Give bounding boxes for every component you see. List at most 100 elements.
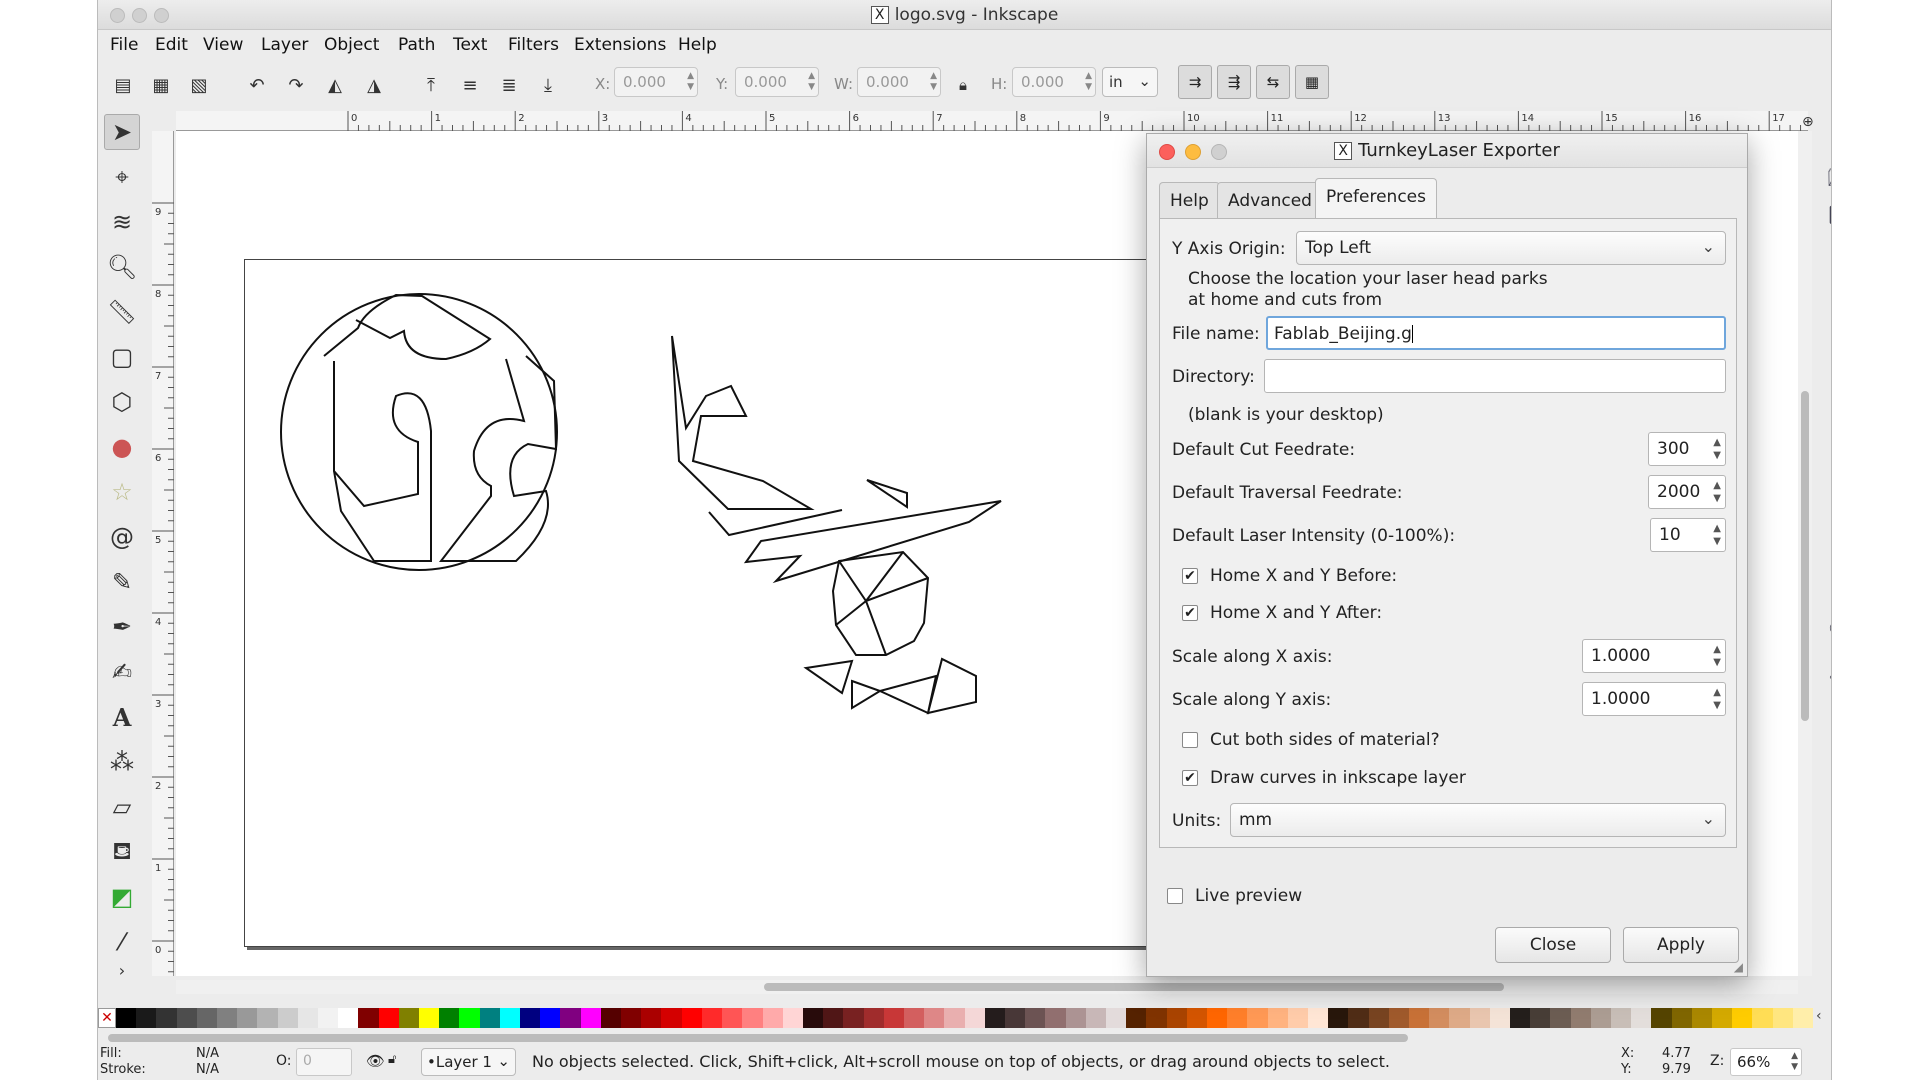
copy-icon[interactable]: ⧉ bbox=[1822, 480, 1831, 514]
laser-intensity-spinner[interactable]: 10 ▲ ▼ bbox=[1650, 518, 1726, 552]
calligraphy-tool-icon[interactable]: ✍ bbox=[104, 654, 140, 690]
color-swatch[interactable] bbox=[499, 1008, 521, 1028]
tab-advanced[interactable]: Advanced bbox=[1217, 182, 1323, 218]
cut-feedrate-spinner[interactable]: 300 ▲ ▼ bbox=[1648, 432, 1726, 466]
import-icon[interactable]: ⇩ bbox=[1822, 286, 1831, 320]
scale-corners-icon[interactable]: ⇶ bbox=[1217, 65, 1251, 99]
color-swatch[interactable] bbox=[1651, 1008, 1672, 1028]
units-select-dialog[interactable]: mm ⌄ bbox=[1230, 803, 1726, 837]
color-swatch[interactable] bbox=[257, 1008, 278, 1028]
dialog-minimize-button[interactable] bbox=[1185, 144, 1201, 160]
window-minimize-button[interactable] bbox=[132, 8, 147, 23]
live-preview-checkbox[interactable] bbox=[1167, 888, 1183, 904]
ungroup-icon[interactable]: ⬓ bbox=[1822, 923, 1831, 957]
flip-horizontal-icon[interactable]: ◭ bbox=[322, 72, 348, 98]
color-swatch[interactable] bbox=[1328, 1008, 1349, 1028]
apply-button[interactable]: Apply bbox=[1623, 927, 1739, 963]
palette-scroll-thumb[interactable] bbox=[108, 1034, 1408, 1042]
color-swatch[interactable] bbox=[297, 1008, 319, 1028]
menu-filters[interactable]: Filters bbox=[508, 35, 559, 55]
color-swatch[interactable] bbox=[1429, 1008, 1450, 1028]
units-select[interactable]: in ⌄ bbox=[1102, 67, 1158, 97]
ellipse-tool-icon[interactable]: ● bbox=[104, 429, 140, 465]
spiral-tool-icon[interactable]: @ bbox=[104, 519, 140, 555]
spin-arrows-icon[interactable]: ▲ ▼ bbox=[1713, 643, 1721, 669]
clone-icon[interactable]: ⧠ bbox=[1822, 788, 1831, 822]
rectangle-tool-icon[interactable]: ▢ bbox=[104, 339, 140, 375]
zoom-page-icon[interactable]: ⊙ bbox=[1822, 692, 1831, 726]
color-swatch[interactable] bbox=[1186, 1008, 1207, 1028]
group-icon[interactable]: ⬚ bbox=[1822, 884, 1831, 918]
color-swatch[interactable] bbox=[1348, 1008, 1369, 1028]
transform-gradients-icon[interactable]: ⇆ bbox=[1256, 65, 1290, 99]
color-swatch[interactable] bbox=[924, 1008, 945, 1028]
menu-edit[interactable]: Edit bbox=[155, 35, 188, 55]
color-swatch[interactable] bbox=[1025, 1008, 1046, 1028]
unlink-clone-icon[interactable]: ⧈ bbox=[1822, 827, 1831, 861]
color-swatch[interactable] bbox=[782, 1008, 803, 1028]
color-swatch[interactable] bbox=[358, 1008, 379, 1028]
menu-text[interactable]: Text bbox=[453, 35, 487, 55]
node-tool-icon[interactable]: ⌖ bbox=[104, 159, 140, 195]
color-swatch[interactable] bbox=[156, 1008, 177, 1028]
no-paint-swatch[interactable]: ✕ bbox=[98, 1008, 116, 1028]
color-swatch[interactable] bbox=[1590, 1008, 1612, 1028]
dropper-tool-icon[interactable]: ⁄ bbox=[104, 924, 140, 960]
window-zoom-button[interactable] bbox=[154, 8, 169, 23]
color-swatch[interactable] bbox=[1368, 1008, 1389, 1028]
cut-both-checkbox[interactable] bbox=[1182, 732, 1198, 748]
color-swatch[interactable] bbox=[1227, 1008, 1248, 1028]
spin-arrows-icon[interactable]: ▲ ▼ bbox=[930, 71, 937, 93]
color-swatch[interactable] bbox=[237, 1008, 258, 1028]
menu-help[interactable]: Help bbox=[678, 35, 717, 55]
stroke-value[interactable]: N/A bbox=[196, 1062, 219, 1077]
spin-arrows-icon[interactable]: ▲ ▼ bbox=[1713, 522, 1721, 548]
scale-y-spinner[interactable]: 1.0000 ▲ ▼ bbox=[1582, 682, 1726, 716]
color-swatch[interactable] bbox=[1409, 1008, 1430, 1028]
color-swatch[interactable] bbox=[398, 1008, 420, 1028]
x-field[interactable]: 0.000 ▲ ▼ bbox=[614, 67, 698, 97]
eye-icon[interactable]: 👁︎ bbox=[366, 1052, 385, 1070]
home-before-checkbox[interactable]: ✔ bbox=[1182, 568, 1198, 584]
paint-bucket-tool-icon[interactable]: ⛾ bbox=[104, 834, 140, 870]
color-swatch[interactable] bbox=[378, 1008, 399, 1028]
color-swatch[interactable] bbox=[1631, 1008, 1652, 1028]
undo-icon[interactable]: ↶ bbox=[1822, 383, 1831, 417]
duplicate-icon[interactable]: ❐ bbox=[1822, 749, 1832, 783]
color-swatch[interactable] bbox=[1671, 1008, 1692, 1028]
spin-arrows-icon[interactable]: ▲ ▼ bbox=[808, 71, 815, 93]
raise-icon[interactable]: ≡ bbox=[457, 72, 483, 98]
menu-object[interactable]: Object bbox=[324, 35, 379, 55]
flip-vertical-icon[interactable]: ◮ bbox=[361, 72, 387, 98]
spin-arrows-icon[interactable]: ▲ ▼ bbox=[1713, 479, 1721, 505]
color-swatch[interactable] bbox=[600, 1008, 622, 1028]
horizontal-scroll-thumb[interactable] bbox=[764, 983, 1504, 991]
lower-icon[interactable]: ≣ bbox=[496, 72, 522, 98]
color-swatch[interactable] bbox=[843, 1008, 864, 1028]
selector-tool-icon[interactable]: ➤ bbox=[104, 114, 140, 150]
opacity-field[interactable]: 0 bbox=[296, 1048, 352, 1076]
color-swatch[interactable] bbox=[1004, 1008, 1026, 1028]
color-swatch[interactable] bbox=[722, 1008, 743, 1028]
color-swatch[interactable] bbox=[1510, 1008, 1531, 1028]
tab-help[interactable]: Help bbox=[1159, 182, 1220, 218]
color-swatch[interactable] bbox=[338, 1008, 359, 1028]
color-swatch[interactable] bbox=[1388, 1008, 1409, 1028]
color-swatch[interactable] bbox=[479, 1008, 500, 1028]
export-icon[interactable]: ⇧ bbox=[1822, 326, 1831, 360]
color-swatch[interactable] bbox=[116, 1008, 137, 1028]
color-swatch[interactable] bbox=[1045, 1008, 1066, 1028]
color-swatch[interactable] bbox=[802, 1008, 824, 1028]
pen-tool-icon[interactable]: ✒ bbox=[104, 609, 140, 645]
open-folder-icon[interactable]: 📂︎ bbox=[1822, 160, 1831, 194]
color-swatch[interactable] bbox=[277, 1008, 298, 1028]
resize-grip-icon[interactable]: ◢ bbox=[1734, 960, 1743, 974]
color-swatch[interactable] bbox=[439, 1008, 460, 1028]
color-swatch[interactable] bbox=[641, 1008, 662, 1028]
color-swatch[interactable] bbox=[621, 1008, 642, 1028]
zoom-drawing-icon[interactable]: 🔎︎ bbox=[1822, 653, 1831, 687]
gradient-tool-icon[interactable]: ◩ bbox=[104, 879, 140, 915]
deselect-icon[interactable]: ▧ bbox=[186, 72, 212, 98]
color-swatch[interactable] bbox=[681, 1008, 702, 1028]
zoom-selection-icon[interactable]: 🔍︎ bbox=[1822, 614, 1831, 648]
